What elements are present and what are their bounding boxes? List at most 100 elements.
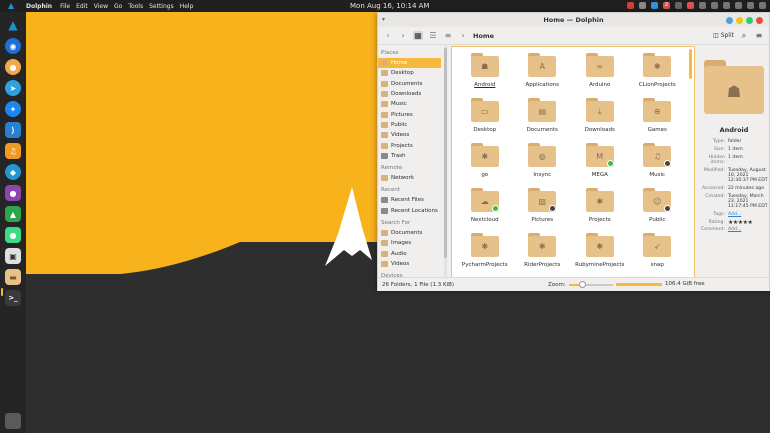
file-item[interactable]: ✱ RubymineProjects xyxy=(571,231,629,276)
search-icon[interactable]: ⌕ xyxy=(739,31,749,41)
sidebar-item-recent-locations[interactable]: Recent Locations xyxy=(378,206,446,216)
office-icon[interactable]: ♫ xyxy=(5,143,21,159)
tray-mega-icon[interactable] xyxy=(687,2,694,9)
sidebar-item-pictures[interactable]: Pictures xyxy=(378,109,446,119)
tray-app-icon[interactable] xyxy=(627,2,634,9)
view-scroll-thumb[interactable] xyxy=(689,49,692,79)
tray-battery-icon[interactable] xyxy=(747,2,754,9)
arch-logo[interactable]: ▲ xyxy=(5,17,21,33)
file-item[interactable]: M MEGA xyxy=(571,141,629,186)
files-icon[interactable]: ▬ xyxy=(5,269,21,285)
view-scrollbar[interactable] xyxy=(689,49,692,286)
sidebar-item-recent-files[interactable]: Recent Files xyxy=(378,195,446,205)
tray-network-icon[interactable] xyxy=(711,2,718,9)
file-item[interactable]: ☺ Public xyxy=(629,186,687,231)
close-button[interactable] xyxy=(756,17,763,24)
menu-settings[interactable]: Settings xyxy=(149,3,174,10)
sidebar-item-projects[interactable]: Projects xyxy=(378,140,446,150)
sidebar-item-documents[interactable]: Documents xyxy=(378,79,446,89)
rating-stars[interactable]: ★★★★★ xyxy=(728,219,768,225)
menu-view[interactable]: View xyxy=(94,3,108,10)
menu-file[interactable]: File xyxy=(60,3,70,10)
help-button[interactable] xyxy=(726,17,733,24)
clock[interactable]: Mon Aug 16, 10:14 AM xyxy=(350,2,429,10)
sidebar-item-network[interactable]: Network xyxy=(378,173,446,183)
trash-icon[interactable] xyxy=(5,413,21,429)
file-view[interactable]: ☗ Android A Applications ∞ Arduino ✱ CLionProje… xyxy=(451,46,695,288)
tray-power-icon[interactable] xyxy=(759,2,766,9)
tray-volume-icon[interactable] xyxy=(735,2,742,9)
github-icon[interactable]: ● xyxy=(5,185,21,201)
file-item[interactable]: ➶ snap xyxy=(629,231,687,276)
back-button[interactable]: ‹ xyxy=(383,31,393,40)
hamburger-menu-icon[interactable]: ≡ xyxy=(754,31,764,40)
tray-sync-icon[interactable] xyxy=(639,2,646,9)
telegram-icon[interactable]: ➤ xyxy=(5,80,21,96)
menu-help[interactable]: Help xyxy=(180,3,194,10)
split-button[interactable]: ◫ Split xyxy=(713,32,734,39)
minimize-button[interactable] xyxy=(736,17,743,24)
activities-arch-icon[interactable]: ▲ xyxy=(8,1,14,10)
tray-bluetooth-icon[interactable] xyxy=(723,2,730,9)
sidebar-item-trash[interactable]: Trash xyxy=(378,151,446,161)
title-bar[interactable]: ▾ Home — Dolphin xyxy=(378,13,769,27)
sidebar-item-music[interactable]: Music xyxy=(378,99,446,109)
menu-tools[interactable]: Tools xyxy=(128,3,143,10)
sidebar-item-public[interactable]: Public xyxy=(378,120,446,130)
file-item[interactable]: ⊕ Games xyxy=(629,96,687,141)
free-space-bar[interactable] xyxy=(616,283,662,286)
file-item[interactable]: ✱ RiderProjects xyxy=(514,231,572,276)
flutter-icon[interactable]: ◆ xyxy=(5,164,21,180)
file-item[interactable]: ▤ Documents xyxy=(514,96,572,141)
tray-clipboard-icon[interactable] xyxy=(699,2,706,9)
file-item[interactable]: A Applications xyxy=(514,51,572,96)
sidebar-scroll-thumb[interactable] xyxy=(444,48,447,258)
sidebar-item-home[interactable]: Home xyxy=(378,58,441,69)
tags-add-link[interactable]: Add... xyxy=(728,212,768,217)
sidebar-item-search-documents[interactable]: Documents xyxy=(378,228,446,238)
sidebar-item-downloads[interactable]: Downloads xyxy=(378,89,446,99)
sidebar-item-search-audio[interactable]: Audio xyxy=(378,248,446,258)
breadcrumb[interactable]: Home xyxy=(473,32,494,40)
window-menu-icon[interactable]: ▾ xyxy=(382,16,389,23)
file-item[interactable]: ⤓ Downloads xyxy=(571,96,629,141)
android-studio-icon[interactable]: ● xyxy=(5,227,21,243)
maximize-button[interactable] xyxy=(746,17,753,24)
sidebar-item-videos[interactable]: Videos xyxy=(378,130,446,140)
sidebar-item-search-images[interactable]: Images xyxy=(378,238,446,248)
file-item[interactable]: ◍ Insync xyxy=(514,141,572,186)
file-item[interactable]: ✱ Projects xyxy=(571,186,629,231)
file-item[interactable]: ∞ Arduino xyxy=(571,51,629,96)
charts-icon[interactable]: ▲ xyxy=(5,206,21,222)
sidebar-scrollbar[interactable] xyxy=(444,46,447,290)
file-item[interactable]: ☁ Nextcloud xyxy=(456,186,514,231)
tray-dropbox-icon[interactable] xyxy=(651,2,658,9)
file-item[interactable]: ♫ Music xyxy=(629,141,687,186)
file-item[interactable]: ✱ CLionProjects xyxy=(629,51,687,96)
sidebar-item-search-videos[interactable]: Videos xyxy=(378,259,446,269)
file-item[interactable]: ☗ Android xyxy=(456,51,514,96)
file-item[interactable]: ▨ Pictures xyxy=(514,186,572,231)
tray-cloud-icon[interactable] xyxy=(675,2,682,9)
tray-notification-icon[interactable]: 2 xyxy=(663,2,670,9)
file-item[interactable]: ✱ PycharmProjects xyxy=(456,231,514,276)
menu-edit[interactable]: Edit xyxy=(76,3,88,10)
terminal-icon[interactable]: >_ xyxy=(5,290,21,306)
forward-button[interactable]: › xyxy=(398,31,408,40)
app-name[interactable]: Dolphin xyxy=(26,3,52,10)
messenger-icon[interactable]: ✦ xyxy=(5,101,21,117)
sidebar-item-desktop[interactable]: Desktop xyxy=(378,68,446,78)
zoom-slider[interactable] xyxy=(568,281,613,288)
icons-view-button[interactable]: ▦ xyxy=(413,31,423,40)
compact-view-button[interactable]: ☰ xyxy=(428,31,438,40)
zoom-handle[interactable] xyxy=(578,281,586,288)
contacts-icon[interactable]: ● xyxy=(5,59,21,75)
file-item[interactable]: ▭ Desktop xyxy=(456,96,514,141)
details-view-button[interactable]: ≡ xyxy=(443,31,453,40)
comment-add-link[interactable]: Add... xyxy=(728,227,768,232)
vscode-icon[interactable]: ⟩ xyxy=(5,122,21,138)
file-item[interactable]: ✱ go xyxy=(456,141,514,186)
browser-beta-icon[interactable]: ◉ xyxy=(5,38,21,54)
menu-go[interactable]: Go xyxy=(114,3,122,10)
store-icon[interactable]: ▣ xyxy=(5,248,21,264)
